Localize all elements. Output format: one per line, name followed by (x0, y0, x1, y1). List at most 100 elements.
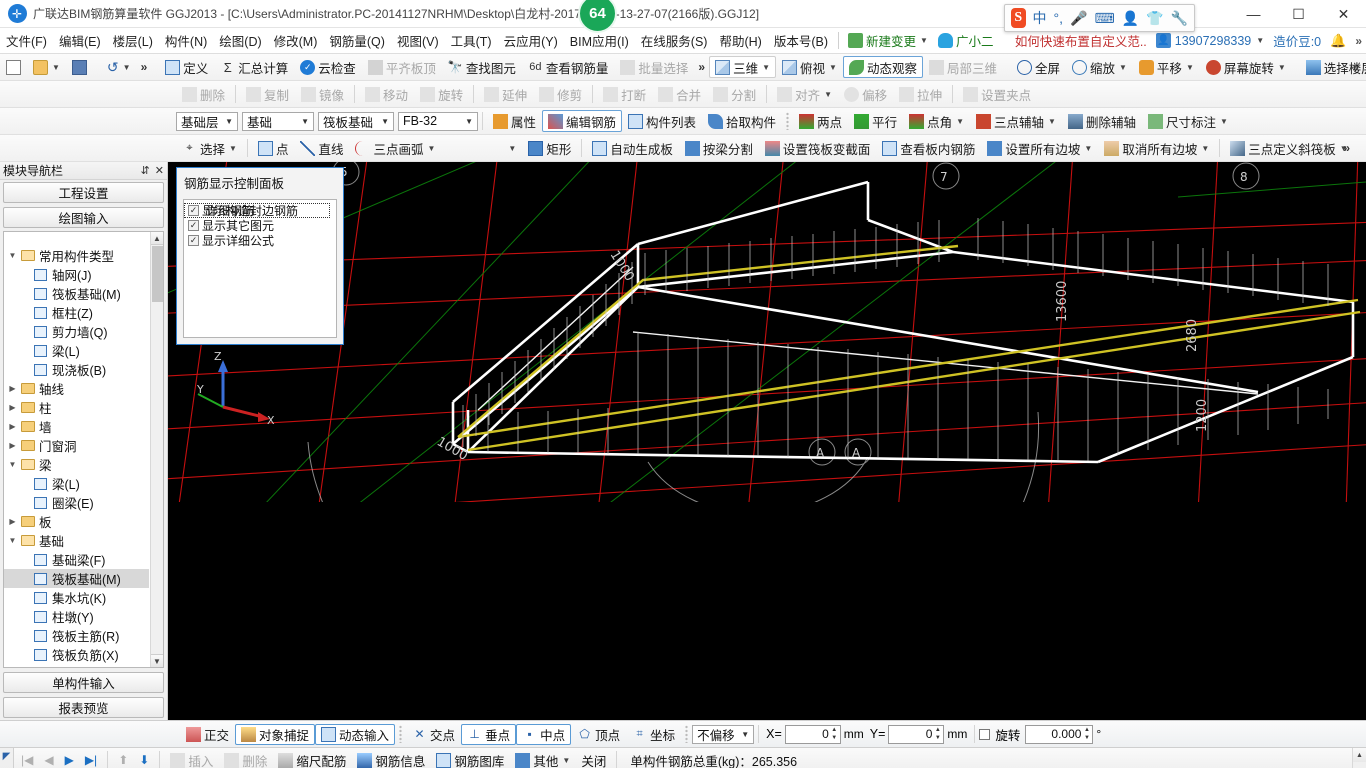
delete-button[interactable]: 删除 (176, 83, 231, 105)
chevron-right-icon[interactable]: ▶ (6, 422, 19, 431)
point-tool-button[interactable]: 点 (252, 137, 295, 159)
batch-select-button[interactable]: 批量选择 (614, 56, 694, 78)
rebar-info-button[interactable]: 钢筋信息 (352, 749, 430, 768)
summary-calc-button[interactable]: Σ 汇总计算 (214, 56, 294, 78)
perpendicular-snap-button[interactable]: ⊥ 垂点 (461, 723, 517, 745)
orbit-button[interactable]: 动态观察 (842, 56, 923, 78)
split-by-beam-button[interactable]: 按梁分割 (679, 137, 759, 159)
ortho-button[interactable]: 正交 (180, 724, 235, 745)
three-point-axis-button[interactable]: 三点辅轴 ▼ (970, 110, 1062, 132)
drawing-input-button[interactable]: 绘图输入 (3, 207, 164, 228)
ime-user-icon[interactable]: 👤 (1122, 10, 1139, 27)
ime-tools-icon[interactable]: 🔧 (1171, 10, 1188, 27)
tree-node[interactable]: 集水坑(K) (4, 588, 149, 607)
three-point-slope-button[interactable]: 三点定义斜筏板 ▼ (1224, 137, 1353, 159)
rotate-button[interactable]: 旋转 (414, 83, 469, 105)
delete-axis-button[interactable]: 删除辅轴 (1062, 110, 1142, 132)
menu-component[interactable]: 构件(N) (159, 28, 213, 53)
parallel-button[interactable]: 平行 (848, 110, 903, 132)
view-slab-rebar-button[interactable]: 查看板内钢筋 (876, 137, 981, 159)
project-settings-button[interactable]: 工程设置 (3, 182, 164, 203)
point-angle-button[interactable]: 点角 ▼ (903, 110, 970, 132)
zoom-button[interactable]: 缩放 ▼ (1066, 56, 1133, 78)
new-change-button[interactable]: 新建变更 ▼ (843, 29, 933, 52)
tree-node[interactable]: 圈梁(E) (4, 493, 149, 512)
menu-view[interactable]: 视图(V) (391, 28, 445, 53)
tree-node[interactable]: ▶ 墙 (4, 417, 149, 436)
y-input[interactable]: 0 ▲ ▼ (888, 724, 945, 744)
cloud-check-button[interactable]: ✓ 云检查 (294, 56, 362, 78)
screen-rotate-button[interactable]: 屏幕旋转 ▼ (1200, 56, 1292, 78)
fullscreen-button[interactable]: 全屏 (1011, 56, 1066, 78)
tip-link[interactable]: 如何快速布置自定义范.. (1015, 31, 1147, 50)
chevron-right-icon[interactable]: ▶ (6, 517, 19, 526)
panel-handle-icon[interactable]: ◤ (3, 751, 11, 762)
insert-row-button[interactable]: 插入 (165, 749, 218, 768)
tree-node[interactable]: 基础梁(F) (4, 550, 149, 569)
menu-overflow-icon[interactable]: » (1355, 34, 1362, 48)
coordinate-snap-button[interactable]: ⌗ 坐标 (626, 724, 681, 745)
tree-node[interactable]: 筏板负筋(X) (4, 645, 149, 664)
ime-keyboard-icon[interactable]: ⌨ (1094, 10, 1114, 27)
sogou-logo-icon[interactable]: S (1011, 8, 1026, 28)
tree-node[interactable]: ▼ 基础 (4, 531, 149, 550)
open-file-button[interactable]: ▼ (27, 56, 66, 78)
move-up-button[interactable]: ⬆ (113, 753, 133, 767)
tree-node[interactable]: ▼ 常用构件类型 (4, 246, 149, 265)
tree-scroll-down-button[interactable]: ▼ (151, 654, 163, 667)
menu-version[interactable]: 版本号(B) (768, 28, 834, 53)
menu-cloud[interactable]: 云应用(Y) (498, 28, 564, 53)
3d-viewport[interactable]: Z Y X 5 7 8 A A 13600 2680 1200 1000 100… (168, 162, 1366, 720)
define-button[interactable]: 定义 (159, 56, 214, 78)
floor-select[interactable]: 基础层 ▼ (176, 111, 238, 131)
rect-tool-button[interactable]: 矩形 (522, 137, 577, 159)
stretch-button[interactable]: 拉伸 (893, 83, 948, 105)
rebar-library-button[interactable]: 钢筋图库 (431, 749, 509, 768)
chevron-right-icon[interactable]: ▶ (6, 441, 19, 450)
ime-mic-icon[interactable]: 🎤 (1070, 10, 1087, 27)
nav-next-button[interactable]: ▶ (60, 753, 79, 767)
minimize-button[interactable]: — (1231, 0, 1276, 28)
delete-row-button[interactable]: 删除 (219, 749, 272, 768)
trim-button[interactable]: 修剪 (533, 83, 588, 105)
split-button[interactable]: 分割 (707, 83, 762, 105)
ime-punctuation-icon[interactable]: °, (1054, 10, 1064, 26)
move-down-button[interactable]: ⬇ (134, 753, 154, 767)
tree-node[interactable]: ▼ 梁 (4, 455, 149, 474)
chevron-down-icon[interactable]: ▼ (6, 251, 19, 260)
nav-last-button[interactable]: ▶| (80, 753, 102, 767)
line-tool-button[interactable]: 直线 (294, 137, 349, 159)
tree-node[interactable]: 现浇板(B) (4, 360, 149, 379)
rotate-checkbox[interactable] (979, 728, 991, 740)
other-button[interactable]: 其他 ▼ (510, 749, 575, 768)
dimension-button[interactable]: 尺寸标注 ▼ (1142, 110, 1234, 132)
menu-help[interactable]: 帮助(H) (713, 28, 767, 53)
chevron-down-icon[interactable]: ▼ (6, 460, 19, 469)
dynamic-input-button[interactable]: 动态输入 (315, 723, 396, 745)
auto-slab-button[interactable]: 自动生成板 (586, 137, 679, 159)
find-element-button[interactable]: 🔭 查找图元 (442, 56, 522, 78)
grid-vertical-scrollbar[interactable]: ▲ ▼ (1352, 748, 1366, 768)
menu-floor[interactable]: 楼层(L) (107, 28, 159, 53)
tree-node[interactable]: ▶ 门窗洞 (4, 436, 149, 455)
checkbox-icon[interactable]: ✓ (188, 220, 199, 231)
tree-scrollbar[interactable]: ▲ ▼ (150, 232, 163, 667)
close-button[interactable]: ✕ (1321, 0, 1366, 28)
midpoint-snap-button[interactable]: ▪ 中点 (516, 723, 572, 745)
x-input[interactable]: 0 ▲ ▼ (784, 724, 841, 744)
component-tree[interactable]: ▼ 常用构件类型 轴网(J) 筏板基础(M) 框柱(Z) 剪力墙(Q) 梁(L) 现浇板(B)… (3, 231, 164, 668)
undo-button[interactable]: ↺ ▼ (101, 56, 137, 78)
vertex-snap-button[interactable]: ⬠ 顶点 (571, 724, 626, 745)
tree-scroll-thumb[interactable] (152, 246, 163, 302)
tree-node[interactable]: 梁(L) (4, 341, 149, 360)
pick-component-button[interactable]: 拾取构件 (702, 110, 782, 132)
toolbar-overflow-right-icon[interactable]: » (1348, 60, 1363, 74)
properties-button[interactable]: 属性 (487, 110, 542, 132)
menu-edit[interactable]: 编辑(E) (53, 28, 107, 53)
nav-first-button[interactable]: |◀ (16, 753, 38, 767)
vscroll-up-button[interactable]: ▲ (1353, 748, 1366, 762)
chevron-right-icon[interactable]: ▶ (6, 403, 19, 412)
move-button[interactable]: 移动 (359, 83, 414, 105)
rotate-spinner[interactable]: ▲ ▼ (1082, 727, 1091, 742)
offset-mode-select[interactable]: 不偏移 ▼ (692, 724, 755, 744)
